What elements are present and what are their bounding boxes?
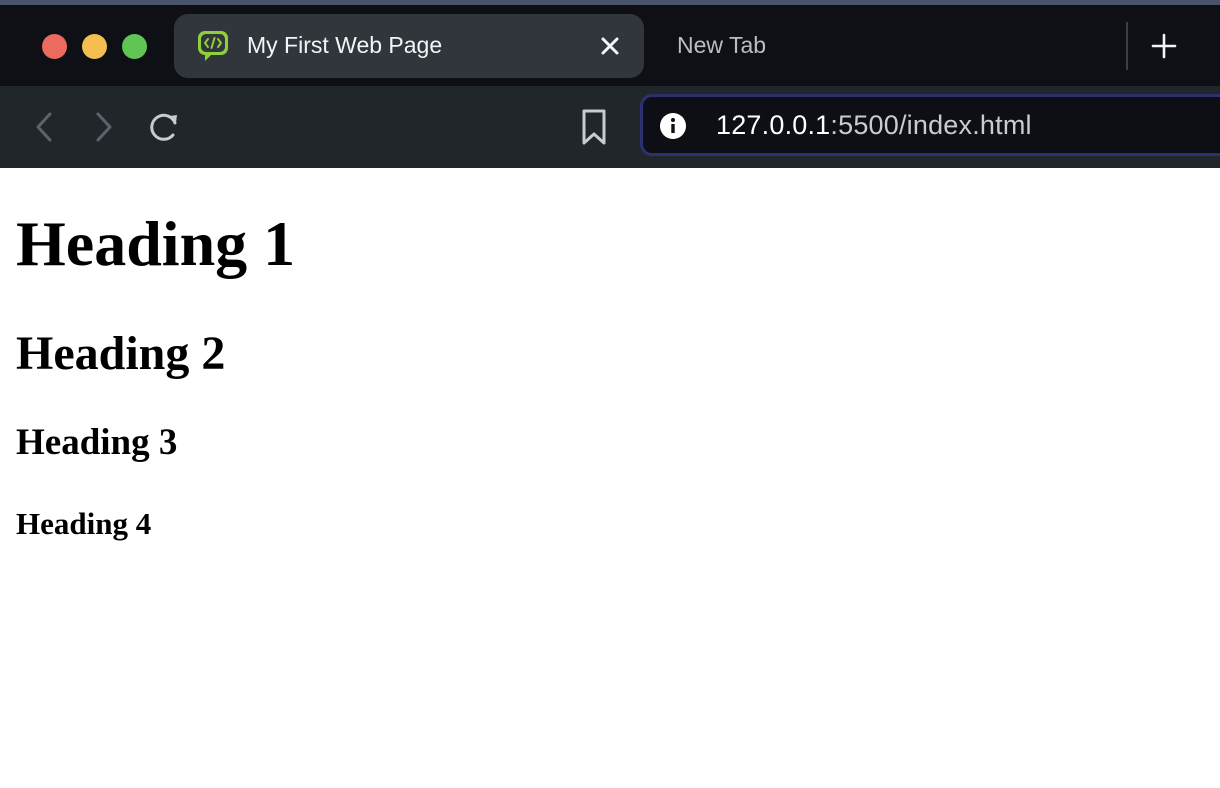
tab-new-tab[interactable]: New Tab — [660, 14, 1080, 78]
window-close-button[interactable] — [42, 34, 67, 59]
tab-title: My First Web Page — [247, 32, 443, 58]
chevron-left-icon[interactable] — [30, 110, 60, 144]
tab-divider — [1126, 22, 1128, 70]
window-maximize-button[interactable] — [122, 34, 147, 59]
window-minimize-button[interactable] — [82, 34, 107, 59]
heading-1: Heading 1 — [16, 208, 296, 279]
browser-toolbar: 127.0.0.1:5500/index.html — [0, 86, 1220, 168]
url-host: 127.0.0.1 — [716, 110, 831, 140]
close-icon[interactable] — [599, 35, 621, 57]
tab-title: New Tab — [677, 32, 767, 58]
heading-2: Heading 2 — [16, 327, 226, 380]
tab-my-first-web-page[interactable]: My First Web Page — [174, 14, 644, 78]
heading-4: Heading 4 — [16, 506, 152, 541]
titlebar-top-edge — [0, 0, 1220, 5]
code-chat-icon — [198, 31, 228, 61]
address-bar[interactable]: 127.0.0.1:5500/index.html — [640, 94, 1220, 156]
browser-titlebar: My First Web Page New Tab — [0, 0, 1220, 86]
reload-icon[interactable] — [146, 108, 182, 144]
bookmark-icon[interactable] — [578, 108, 610, 146]
plus-icon[interactable] — [1150, 32, 1178, 60]
info-icon[interactable] — [659, 112, 687, 140]
url-text[interactable]: 127.0.0.1:5500/index.html — [716, 110, 1032, 141]
chevron-right-icon[interactable] — [88, 110, 118, 144]
url-path: :5500/index.html — [830, 110, 1032, 140]
heading-3: Heading 3 — [16, 422, 178, 463]
